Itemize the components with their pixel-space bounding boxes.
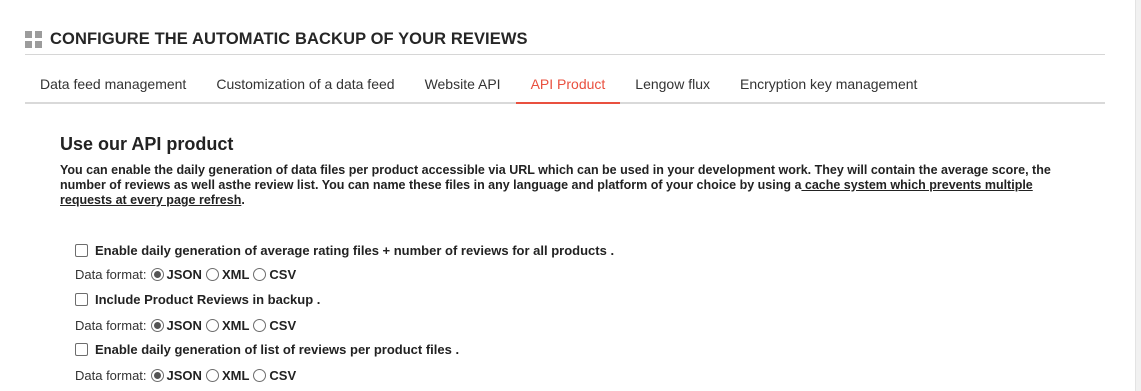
grid-icon (25, 30, 42, 48)
tab-lengow-flux[interactable]: Lengow flux (620, 66, 725, 102)
format-json-radio[interactable] (150, 369, 164, 382)
format-csv-label: CSV (269, 368, 297, 383)
option-label: Enable daily generation of average ratin… (95, 243, 615, 258)
data-format-label: Data format: (75, 318, 147, 333)
tab-encryption-key-management[interactable]: Encryption key management (725, 66, 932, 102)
format-csv-radio[interactable] (253, 369, 267, 382)
format-xml-radio[interactable] (205, 369, 219, 382)
format-xml-radio[interactable] (205, 268, 219, 281)
format-csv-label: CSV (269, 318, 297, 333)
format-json-label: JSON (166, 267, 202, 282)
header-divider (25, 54, 1105, 55)
option-label: Enable daily generation of list of revie… (95, 342, 460, 357)
section-title: Use our API product (60, 134, 234, 154)
option-average-rating: Enable daily generation of average ratin… (75, 243, 614, 258)
data-format-row: Data format: JSON XML CSV (75, 267, 300, 282)
option-label: Include Product Reviews in backup . (95, 292, 321, 307)
intro-paragraph: You can enable the daily generation of d… (60, 163, 1070, 208)
format-csv-radio[interactable] (253, 319, 267, 332)
format-csv-radio[interactable] (253, 268, 267, 281)
option-reviews-per-product: Enable daily generation of list of revie… (75, 342, 459, 357)
include-reviews-checkbox[interactable] (75, 293, 88, 306)
average-rating-checkbox[interactable] (75, 244, 88, 257)
data-format-row: Data format: JSON XML CSV (75, 318, 300, 333)
format-xml-radio[interactable] (205, 319, 219, 332)
option-include-product-reviews: Include Product Reviews in backup . (75, 292, 320, 307)
format-csv-label: CSV (269, 267, 297, 282)
tab-bar: Data feed management Customization of a … (25, 66, 1105, 104)
format-json-label: JSON (166, 318, 202, 333)
data-format-label: Data format: (75, 267, 147, 282)
tab-customization-data-feed[interactable]: Customization of a data feed (201, 66, 409, 102)
tab-website-api[interactable]: Website API (410, 66, 516, 102)
page-header: CONFIGURE THE AUTOMATIC BACKUP OF YOUR R… (25, 27, 528, 51)
format-xml-label: XML (221, 368, 250, 383)
intro-end: . (241, 193, 245, 207)
scrollbar-track[interactable] (1135, 0, 1141, 391)
tab-data-feed-management[interactable]: Data feed management (25, 66, 201, 102)
format-json-label: JSON (166, 368, 202, 383)
data-format-label: Data format: (75, 368, 147, 383)
format-xml-label: XML (221, 267, 250, 282)
data-format-row: Data format: JSON XML CSV (75, 368, 300, 383)
format-json-radio[interactable] (150, 319, 164, 332)
reviews-per-product-checkbox[interactable] (75, 343, 88, 356)
tab-api-product[interactable]: API Product (515, 66, 621, 104)
format-xml-label: XML (221, 318, 250, 333)
page-title: CONFIGURE THE AUTOMATIC BACKUP OF YOUR R… (50, 29, 528, 48)
format-json-radio[interactable] (150, 268, 164, 281)
